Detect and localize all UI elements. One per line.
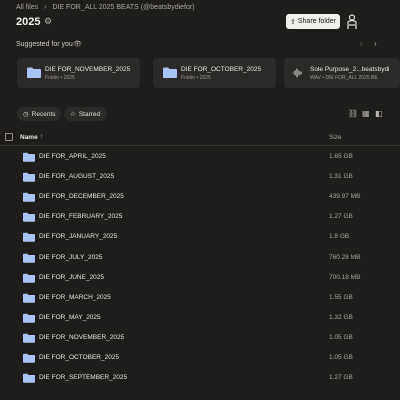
table-row[interactable]: DIE FOR_DECEMBER_2025 439.97 MB bbox=[0, 188, 400, 208]
share-icon: ⇪ bbox=[289, 18, 296, 26]
starred-label: Starred bbox=[78, 110, 101, 118]
row-name[interactable]: DIE FOR_JULY_2025 bbox=[39, 254, 102, 261]
star-icon: ☆ bbox=[70, 111, 76, 118]
row-size: 760.28 MB bbox=[329, 253, 361, 261]
row-size: 700.18 MB bbox=[329, 273, 361, 281]
column-header-size[interactable]: Size bbox=[329, 134, 342, 141]
folder-icon bbox=[23, 273, 35, 283]
header-divider bbox=[0, 145, 400, 146]
row-size: 1.31 GB bbox=[329, 173, 353, 181]
row-name[interactable]: DIE FOR_DECEMBER_2025 bbox=[39, 193, 124, 200]
select-all-checkbox[interactable] bbox=[5, 133, 13, 141]
row-name[interactable]: DIE FOR_SEPTEMBER_2025 bbox=[39, 374, 127, 381]
breadcrumb-current[interactable]: DIE FOR_ALL 2025 BEATS (@beatsbydiefor) bbox=[52, 4, 194, 11]
table-row[interactable]: DIE FOR_JULY_2025 760.28 MB bbox=[0, 249, 400, 269]
folder-icon bbox=[23, 333, 35, 343]
table-row[interactable]: DIE FOR_FEBRUARY_2025 1.27 GB bbox=[0, 208, 400, 228]
breadcrumb-root[interactable]: All files bbox=[16, 4, 38, 11]
suggested-card[interactable]: Sole Purpose_2...beatsbydi WAV • DIE FOR… bbox=[284, 58, 400, 88]
table-row[interactable]: DIE FOR_NOVEMBER_2025 1.05 GB bbox=[0, 329, 400, 349]
share-folder-label: Share folder bbox=[297, 18, 336, 25]
folder-icon bbox=[23, 373, 35, 383]
row-name[interactable]: DIE FOR_FEBRUARY_2025 bbox=[39, 213, 122, 220]
folder-icon bbox=[23, 172, 35, 182]
share-folder-button[interactable]: ⇪ Share folder bbox=[286, 14, 340, 29]
audio-waveform-icon bbox=[292, 68, 302, 78]
chevron-left-icon[interactable]: ‹ bbox=[360, 39, 363, 48]
breadcrumb-separator: › bbox=[44, 4, 47, 11]
row-size: 1.32 GB bbox=[329, 313, 353, 321]
grid-view-icon[interactable]: ▦ bbox=[362, 109, 370, 118]
table-row[interactable]: DIE FOR_JUNE_2025 700.18 MB bbox=[0, 269, 400, 289]
folder-icon bbox=[23, 353, 35, 363]
folder-icon bbox=[23, 233, 35, 243]
folder-icon bbox=[23, 152, 35, 162]
row-size: 439.97 MB bbox=[329, 193, 361, 201]
row-name[interactable]: DIE FOR_JANUARY_2025 bbox=[39, 233, 117, 240]
table-row[interactable]: DIE FOR_MARCH_2025 1.55 GB bbox=[0, 289, 400, 309]
table-row[interactable]: DIE FOR_MAY_2025 1.32 GB bbox=[0, 309, 400, 329]
suggested-card-meta: Folder • 2025 bbox=[45, 75, 75, 81]
folder-icon bbox=[27, 67, 41, 78]
user-figure-icon bbox=[347, 14, 357, 29]
row-size: 1.05 GB bbox=[329, 354, 353, 361]
chevron-right-icon[interactable]: › bbox=[374, 39, 377, 48]
row-size: 1.05 GB bbox=[329, 333, 353, 341]
row-name[interactable]: DIE FOR_MAY_2025 bbox=[39, 314, 101, 321]
eye-icon[interactable]: 👁 bbox=[73, 40, 82, 48]
column-header-name[interactable]: Name bbox=[20, 134, 38, 141]
row-name[interactable]: DIE FOR_APRIL_2025 bbox=[39, 153, 106, 160]
recents-label: Recents bbox=[31, 110, 56, 118]
suggested-card-name: DIE FOR_NOVEMBER_2025 bbox=[45, 66, 131, 73]
share-nodes-icon[interactable]: ⛓ bbox=[348, 109, 358, 118]
table-row[interactable]: DIE FOR_AUGUST_2025 1.31 GB bbox=[0, 168, 400, 188]
row-size: 1.27 GB bbox=[329, 374, 353, 382]
folder-icon bbox=[23, 213, 35, 223]
row-size: 1.55 GB bbox=[329, 293, 353, 301]
sidebar-panel-icon[interactable]: ◧ bbox=[375, 109, 383, 118]
sort-arrow-icon[interactable]: ↑ bbox=[40, 133, 43, 140]
suggested-card-meta: WAV • DIE FOR_ALL 2025 BE bbox=[310, 75, 378, 81]
table-row[interactable]: DIE FOR_OCTOBER_2025 1.05 GB bbox=[0, 349, 400, 369]
row-name[interactable]: DIE FOR_AUGUST_2025 bbox=[39, 173, 114, 180]
folder-icon bbox=[23, 313, 35, 323]
starred-filter-button[interactable]: ☆ Starred bbox=[64, 107, 107, 121]
folder-icon bbox=[163, 67, 177, 78]
suggested-label: Suggested for you bbox=[16, 41, 73, 48]
table-row[interactable]: DIE FOR_SEPTEMBER_2025 1.27 GB bbox=[0, 369, 400, 389]
breadcrumb: All files › DIE FOR_ALL 2025 BEATS (@bea… bbox=[16, 4, 199, 11]
suggested-card[interactable]: DIE FOR_NOVEMBER_2025 Folder • 2025 bbox=[17, 58, 140, 88]
row-name[interactable]: DIE FOR_MARCH_2025 bbox=[39, 294, 111, 301]
recents-filter-button[interactable]: ◷ Recents bbox=[17, 107, 61, 121]
row-size: 1.27 GB bbox=[329, 213, 353, 221]
table-row[interactable]: DIE FOR_APRIL_2025 1.65 GB bbox=[0, 148, 400, 168]
clock-icon: ◷ bbox=[23, 111, 29, 118]
row-size: 1.8 GB bbox=[329, 233, 350, 241]
row-size: 1.65 GB bbox=[329, 153, 353, 160]
folder-icon bbox=[23, 293, 35, 303]
folder-icon bbox=[23, 253, 35, 263]
suggested-card-name: Sole Purpose_2...beatsbydi bbox=[310, 66, 390, 73]
suggested-card[interactable]: DIE FOR_OCTOBER_2025 Folder • 2025 bbox=[153, 58, 276, 88]
row-name[interactable]: DIE FOR_OCTOBER_2025 bbox=[39, 354, 119, 361]
table-row[interactable]: DIE FOR_JANUARY_2025 1.8 GB bbox=[0, 228, 400, 248]
suggested-card-name: DIE FOR_OCTOBER_2025 bbox=[181, 66, 262, 73]
row-name[interactable]: DIE FOR_NOVEMBER_2025 bbox=[39, 334, 124, 341]
folder-icon bbox=[23, 192, 35, 202]
avatar[interactable] bbox=[345, 14, 359, 30]
row-name[interactable]: DIE FOR_JUNE_2025 bbox=[39, 274, 104, 281]
page-title: 2025 bbox=[16, 16, 41, 28]
suggested-card-meta: Folder • 2025 bbox=[181, 75, 211, 81]
gear-icon[interactable]: ⚙ bbox=[44, 16, 54, 26]
